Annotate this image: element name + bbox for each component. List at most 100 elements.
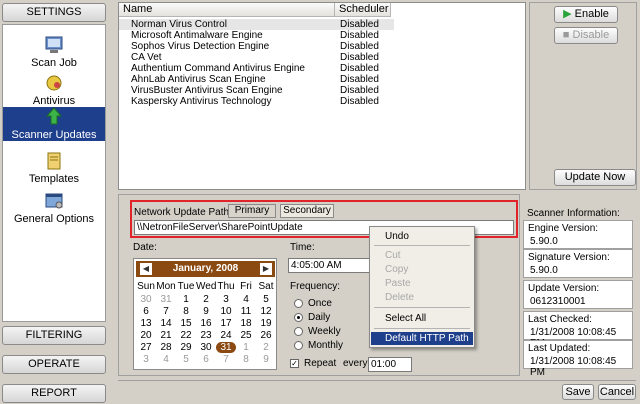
calendar-day[interactable]: 29 xyxy=(176,342,196,353)
filtering-section-button[interactable]: FILTERING xyxy=(2,326,106,345)
scanner-scheduler: Disabled xyxy=(340,63,379,74)
menu-item-select-all[interactable]: Select All xyxy=(371,312,473,325)
menu-separator xyxy=(374,307,470,308)
frequency-weekly-radio[interactable] xyxy=(294,327,303,336)
frequency-option-label: Weekly xyxy=(308,326,341,337)
table-row[interactable]: Norman Virus Control Disabled xyxy=(119,19,394,30)
repeat-checkbox[interactable]: ✓ xyxy=(290,359,299,368)
frequency-option-label: Monthly xyxy=(308,340,344,351)
frequency-monthly-radio[interactable] xyxy=(294,341,303,350)
menu-item-delete[interactable]: Delete xyxy=(371,291,473,304)
report-section-button[interactable]: REPORT xyxy=(2,384,106,403)
engine-version-value: 5.90.0 xyxy=(530,236,558,247)
signature-version-label: Signature Version: xyxy=(528,252,610,263)
calendar-day[interactable]: 10 xyxy=(216,306,236,317)
calendar-day[interactable]: 14 xyxy=(156,318,176,329)
table-row[interactable]: Sophos Virus Detection Engine Disabled xyxy=(119,41,394,52)
calendar-day[interactable]: 1 xyxy=(176,294,196,305)
calendar-day[interactable]: 2 xyxy=(196,294,216,305)
calendar-day[interactable]: 8 xyxy=(236,354,256,365)
calendar-day[interactable]: 23 xyxy=(196,330,216,341)
scanner-name: Sophos Virus Detection Engine xyxy=(131,41,270,52)
menu-item-copy[interactable]: Copy xyxy=(371,263,473,276)
menu-item-undo[interactable]: Undo xyxy=(371,230,473,243)
calendar-day[interactable]: 24 xyxy=(216,330,236,341)
calendar-day[interactable]: 6 xyxy=(136,306,156,317)
calendar-day[interactable]: 17 xyxy=(216,318,236,329)
settings-section-button[interactable]: SETTINGS xyxy=(2,3,106,22)
calendar-day[interactable]: 18 xyxy=(236,318,256,329)
calendar-day[interactable]: 4 xyxy=(156,354,176,365)
menu-item-default-http-path[interactable]: Default HTTP Path xyxy=(371,332,473,345)
network-path-label: Network Update Path: xyxy=(134,207,232,218)
calendar-day[interactable]: 5 xyxy=(256,294,276,305)
calendar-day[interactable]: 12 xyxy=(256,306,276,317)
disable-button[interactable]: ■ Disable xyxy=(554,27,618,44)
next-month-icon[interactable]: ▶ xyxy=(260,263,272,275)
calendar-weekday-label: Tue xyxy=(177,281,195,292)
scanner-info-title: Scanner Information: xyxy=(527,208,620,219)
calendar-day[interactable]: 16 xyxy=(196,318,216,329)
nav-item-general-options[interactable]: General Options xyxy=(3,191,105,225)
date-calendar[interactable]: January, 2008 ◀ ▶ Sun Mon Tue Wed Thu Fri Sat 3… xyxy=(133,258,277,370)
calendar-day[interactable]: 22 xyxy=(176,330,196,341)
calendar-day[interactable]: 9 xyxy=(196,306,216,317)
calendar-day[interactable]: 30 xyxy=(136,294,156,305)
table-row[interactable]: Microsoft Antimalware Engine Disabled xyxy=(119,30,394,41)
table-row[interactable]: CA Vet Disabled xyxy=(119,52,394,63)
calendar-day[interactable]: 19 xyxy=(256,318,276,329)
calendar-day[interactable]: 25 xyxy=(236,330,256,341)
calendar-day[interactable]: 2 xyxy=(256,342,276,353)
table-row[interactable]: Kaspersky Antivirus Technology Disabled xyxy=(119,96,394,107)
calendar-day[interactable]: 31 xyxy=(156,294,176,305)
calendar-day[interactable]: 9 xyxy=(256,354,276,365)
enable-button[interactable]: ▶ Enable xyxy=(554,6,618,23)
cancel-button[interactable]: Cancel xyxy=(598,384,636,400)
operate-section-button[interactable]: OPERATE xyxy=(2,355,106,374)
calendar-day[interactable]: 15 xyxy=(176,318,196,329)
calendar-day[interactable]: 8 xyxy=(176,306,196,317)
calendar-day[interactable]: 7 xyxy=(156,306,176,317)
column-header-scheduler[interactable]: Scheduler xyxy=(335,3,391,17)
tab-primary[interactable]: Primary xyxy=(228,204,276,218)
nav-item-scan-job[interactable]: Scan Job xyxy=(3,35,105,69)
nav-item-antivirus[interactable]: Antivirus xyxy=(3,73,105,107)
last-checked-label: Last Checked: xyxy=(528,314,592,325)
menu-item-paste[interactable]: Paste xyxy=(371,277,473,290)
calendar-day[interactable]: 11 xyxy=(236,306,256,317)
repeat-interval-input[interactable]: 01:00 xyxy=(368,357,412,372)
calendar-day[interactable]: 4 xyxy=(236,294,256,305)
calendar-day[interactable]: 3 xyxy=(136,354,156,365)
tab-secondary[interactable]: Secondary xyxy=(280,204,334,218)
update-version-value: 0612310001 xyxy=(530,296,586,307)
calendar-day[interactable]: 13 xyxy=(136,318,156,329)
calendar-day[interactable]: 6 xyxy=(196,354,216,365)
calendar-day[interactable]: 31 xyxy=(216,342,236,353)
table-row[interactable]: AhnLab Antivirus Scan Engine Disabled xyxy=(119,74,394,85)
calendar-day[interactable]: 7 xyxy=(216,354,236,365)
calendar-day[interactable]: 27 xyxy=(136,342,156,353)
table-row[interactable]: VirusBuster Antivirus Scan Engine Disable… xyxy=(119,85,394,96)
save-button[interactable]: Save xyxy=(562,384,594,400)
calendar-day[interactable]: 28 xyxy=(156,342,176,353)
calendar-day[interactable]: 30 xyxy=(196,342,216,353)
calendar-day[interactable]: 21 xyxy=(156,330,176,341)
scanner-list[interactable]: Name Scheduler Norman Virus Control Disab… xyxy=(118,2,526,190)
calendar-day[interactable]: 5 xyxy=(176,354,196,365)
frequency-once-radio[interactable] xyxy=(294,299,303,308)
table-row[interactable]: Authentium Command Antivirus Engine Disab… xyxy=(119,63,394,74)
calendar-day[interactable]: 3 xyxy=(216,294,236,305)
menu-item-cut[interactable]: Cut xyxy=(371,249,473,262)
time-input[interactable]: 4:05:00 AM xyxy=(288,258,370,273)
calendar-day[interactable]: 26 xyxy=(256,330,276,341)
update-now-button[interactable]: Update Now xyxy=(554,169,636,186)
nav-item-templates[interactable]: Templates xyxy=(3,151,105,185)
nav-item-scanner-updates[interactable]: Scanner Updates xyxy=(3,107,105,141)
scanner-updates-icon xyxy=(45,107,63,125)
column-header-name[interactable]: Name xyxy=(119,3,335,17)
prev-month-icon[interactable]: ◀ xyxy=(140,263,152,275)
calendar-day[interactable]: 1 xyxy=(236,342,256,353)
frequency-daily-radio[interactable] xyxy=(294,313,303,322)
nav-item-label: Scanner Updates xyxy=(11,129,97,141)
calendar-day[interactable]: 20 xyxy=(136,330,156,341)
